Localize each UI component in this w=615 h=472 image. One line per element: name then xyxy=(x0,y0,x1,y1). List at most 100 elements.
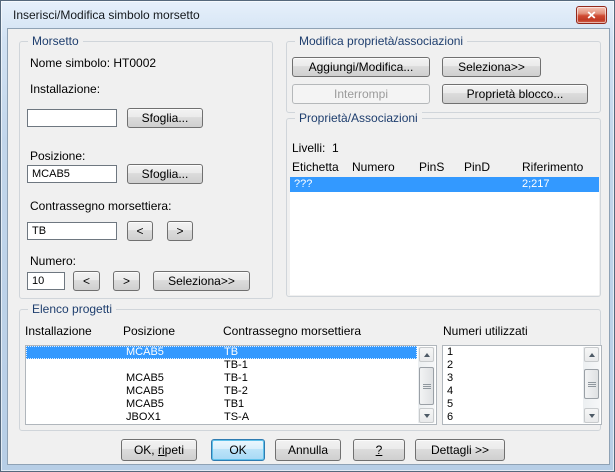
livelli-value: 1 xyxy=(332,141,339,155)
cell-posizione: MCAB5 xyxy=(126,346,164,358)
cell-posizione: JBOX1 xyxy=(126,411,161,423)
group-modifica-label: Modifica proprietà/associazioni xyxy=(295,34,468,48)
numeri-list-item[interactable]: 6 xyxy=(443,411,601,424)
scroll-up-icon xyxy=(423,352,430,357)
scrollbar-thumb[interactable] xyxy=(584,369,599,399)
cell-contrassegno: TB xyxy=(224,346,239,358)
cell-posizione: MCAB5 xyxy=(126,385,164,397)
vertical-scrollbar[interactable] xyxy=(583,347,600,423)
numero-label: Numero: xyxy=(30,254,77,268)
seleziona-button[interactable]: Seleziona>> xyxy=(442,57,541,77)
sfoglia-installazione-button[interactable]: Sfoglia... xyxy=(127,108,203,128)
numero-prev-button[interactable]: < xyxy=(73,271,100,291)
column-header-numero: Numero xyxy=(352,160,395,174)
contrassegno-next-button[interactable]: > xyxy=(167,221,193,241)
scroll-down-icon xyxy=(423,413,430,418)
cell-contrassegno: TB-1 xyxy=(224,359,248,371)
numero-next-button[interactable]: > xyxy=(113,271,140,291)
seleziona-numero-button[interactable]: Seleziona>> xyxy=(153,271,250,291)
dettagli-button[interactable]: Dettagli >> xyxy=(415,439,505,461)
cell-contrassegno: TS-A xyxy=(224,411,250,423)
cell-riferimento: 2;217 xyxy=(522,178,550,190)
cell-posizione: MCAB5 xyxy=(126,372,164,384)
sfoglia-posizione-button-label: Sfoglia... xyxy=(141,167,189,181)
group-modifica-proprieta: Modifica proprietà/associazioni Aggiungi… xyxy=(286,34,601,113)
progetti-list-row[interactable]: MCAB5 TB1 xyxy=(26,398,417,411)
installazione-input[interactable] xyxy=(27,109,117,127)
group-proprieta-label: Proprietà/Associazioni xyxy=(295,111,422,125)
posizione-input[interactable] xyxy=(27,165,117,183)
chevron-left-icon: < xyxy=(136,224,144,238)
window-title: Inserisci/Modifica simbolo morsetto xyxy=(13,8,200,22)
column-header-installazione: Installazione xyxy=(25,324,92,338)
scroll-up-icon xyxy=(588,352,595,357)
titlebar[interactable]: Inserisci/Modifica simbolo morsetto xyxy=(1,1,614,29)
scroll-up-button[interactable] xyxy=(584,347,599,362)
annulla-button-label: Annulla xyxy=(287,443,329,457)
numeri-list-item[interactable]: 2 xyxy=(443,359,601,372)
ok-button[interactable]: OK xyxy=(211,439,265,461)
proprieta-list-row[interactable]: ??? 2;217 xyxy=(290,177,599,192)
scroll-up-button[interactable] xyxy=(419,347,434,362)
thumb-grip-icon xyxy=(587,381,596,387)
annulla-button[interactable]: Annulla xyxy=(275,439,341,461)
group-elenco-label: Elenco progetti xyxy=(28,302,117,316)
column-header-posizione: Posizione xyxy=(123,324,176,338)
numero-input[interactable] xyxy=(27,272,65,290)
close-button[interactable] xyxy=(576,6,607,24)
numeri-list-item[interactable]: 5 xyxy=(443,398,601,411)
cell-contrassegno: TB1 xyxy=(224,398,245,410)
progetti-list-row[interactable]: MCAB5 TB-2 xyxy=(26,385,417,398)
scroll-down-button[interactable] xyxy=(584,408,599,423)
contrassegno-prev-button[interactable]: < xyxy=(127,221,153,241)
cell-contrassegno: TB-2 xyxy=(224,385,248,397)
column-header-riferimento: Riferimento xyxy=(522,160,584,174)
sfoglia-installazione-button-label: Sfoglia... xyxy=(141,111,189,125)
posizione-label: Posizione: xyxy=(30,149,86,163)
contrassegno-label: Contrassegno morsettiera: xyxy=(30,199,172,213)
symbol-name-label: Nome simbolo: xyxy=(30,56,111,70)
group-morsetto: Morsetto Nome simbolo: HT0002 Installazi… xyxy=(19,34,273,299)
seleziona-button-label: Seleziona>> xyxy=(458,60,525,74)
dettagli-button-label: Dettagli >> xyxy=(430,443,490,457)
progetti-list-row[interactable]: JBOX1 TS-A xyxy=(26,411,417,424)
aggiungi-modifica-button-label: Aggiungi/Modifica... xyxy=(308,60,414,74)
progetti-list-row[interactable]: MCAB5 TB-1 xyxy=(26,372,417,385)
symbol-name-row: Nome simbolo: HT0002 xyxy=(30,56,156,70)
numeri-list-item[interactable]: 4 xyxy=(443,385,601,398)
close-icon xyxy=(587,8,596,22)
column-header-pins: PinS xyxy=(419,160,445,174)
scroll-down-button[interactable] xyxy=(419,408,434,423)
vertical-scrollbar[interactable] xyxy=(418,347,435,423)
aggiungi-modifica-button[interactable]: Aggiungi/Modifica... xyxy=(292,57,430,77)
numeri-utilizzati-list[interactable]: 1 2 3 4 5 6 xyxy=(442,345,602,425)
contrassegno-input[interactable] xyxy=(27,222,117,240)
seleziona-numero-button-label: Seleziona>> xyxy=(168,274,235,288)
group-proprieta-associazioni: Proprietà/Associazioni Livelli: 1 Etiche… xyxy=(286,111,601,297)
column-header-etichetta: Etichetta xyxy=(292,160,339,174)
help-button[interactable]: ? xyxy=(353,439,405,461)
scrollbar-thumb[interactable] xyxy=(419,367,434,405)
ok-ripeti-button[interactable]: OK, ripeti xyxy=(121,439,197,461)
progetti-list-row[interactable]: TB-1 xyxy=(26,359,417,372)
proprieta-list[interactable]: ??? 2;217 xyxy=(290,177,599,295)
symbol-name-value: HT0002 xyxy=(113,56,157,70)
progetti-list[interactable]: MCAB5 TB TB-1 MCAB5 TB-1 MCAB5 TB-2 MCAB… xyxy=(25,345,437,425)
cell-etichetta: ??? xyxy=(294,178,313,190)
ok-ripeti-button-label: OK, ripeti xyxy=(133,443,185,457)
ok-button-label: OK xyxy=(229,443,247,457)
scroll-down-icon xyxy=(588,413,595,418)
numeri-list-item[interactable]: 3 xyxy=(443,372,601,385)
proprieta-blocco-button[interactable]: Proprietà blocco... xyxy=(442,84,588,104)
dialog-window: Inserisci/Modifica simbolo morsetto Mors… xyxy=(0,0,615,472)
column-header-numeri-utilizzati: Numeri utilizzati xyxy=(443,324,528,338)
help-button-label: ? xyxy=(375,443,383,457)
livelli-label: Livelli: xyxy=(292,141,326,155)
sfoglia-posizione-button[interactable]: Sfoglia... xyxy=(127,164,203,184)
proprieta-blocco-button-label: Proprietà blocco... xyxy=(466,87,564,101)
thumb-grip-icon xyxy=(422,383,431,389)
progetti-list-row[interactable]: MCAB5 TB xyxy=(26,346,417,359)
numeri-list-item[interactable]: 1 xyxy=(443,346,601,359)
chevron-left-icon: < xyxy=(82,274,90,288)
chevron-right-icon: > xyxy=(176,224,184,238)
